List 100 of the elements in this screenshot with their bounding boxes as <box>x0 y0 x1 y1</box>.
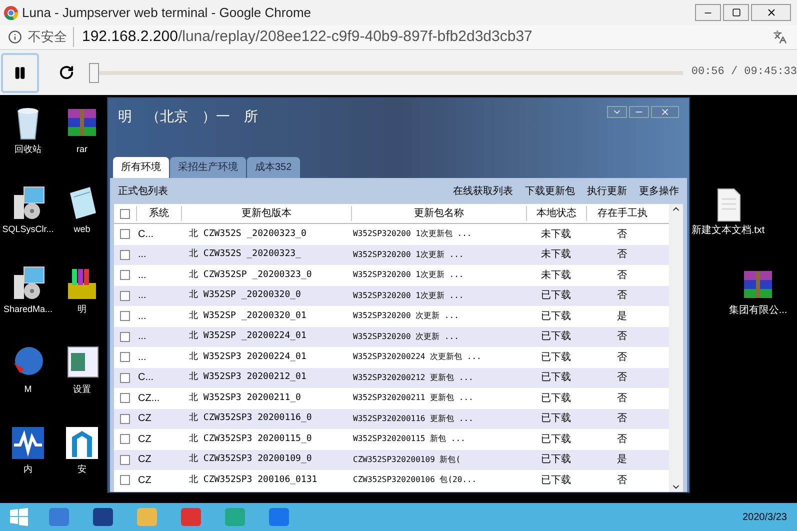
list-title: 正式包列表 <box>118 184 168 198</box>
table-row[interactable]: ... 北 W352SP _20200224_01 W352SP320200 次更新 ... 已下载 否 <box>114 326 669 347</box>
desktop-icon-label[interactable]: 集团有限公... <box>720 305 796 317</box>
table-cell-text: 是 <box>616 310 628 324</box>
row-checkbox[interactable] <box>120 475 130 486</box>
desktop-icon-label[interactable]: 设置 <box>73 383 91 395</box>
table-cell-text: 已下载 <box>540 350 572 365</box>
row-checkbox[interactable] <box>120 250 130 260</box>
column-header[interactable]: 更新包名称 <box>351 206 526 221</box>
table-cell-text: 已下载 <box>540 330 572 344</box>
row-checkbox[interactable] <box>120 352 130 362</box>
row-checkbox[interactable] <box>120 270 130 280</box>
row-checkbox[interactable] <box>120 393 130 404</box>
replay-icon <box>58 65 74 80</box>
table-cell-text: 北 W352SP3 20200212_01 <box>188 371 308 384</box>
table-cell-text: 否 <box>616 432 628 447</box>
header-checkbox[interactable] <box>120 208 130 218</box>
close-button[interactable] <box>751 4 791 21</box>
table-cell-text: 已下载 <box>540 370 572 386</box>
table-cell-text: 北 CZW352SP3 20200115_0 <box>188 432 313 446</box>
table-cell-text: C... <box>137 371 155 386</box>
pause-button[interactable] <box>1 52 39 92</box>
security-label[interactable]: 不安全 <box>28 27 74 47</box>
table-cell-text: 已下载 <box>540 412 572 426</box>
chrome-icon <box>4 6 18 20</box>
table-row[interactable]: ... 北 CZW352S _20200323_ W352SP320200 1次更新 ... 未下载 否 <box>114 244 669 265</box>
column-header[interactable]: 存在手工执 <box>586 206 658 221</box>
progress-thumb[interactable] <box>89 62 99 82</box>
desktop-icon-label[interactable]: 回收站 <box>14 143 42 155</box>
table-cell-text: W352SP320200212 更新包 ... <box>352 372 474 384</box>
translate-icon[interactable] <box>773 30 787 44</box>
row-checkbox[interactable] <box>120 372 130 383</box>
table-cell-text: W352SP320200 1次更新 ... <box>352 290 465 302</box>
start-icon[interactable] <box>10 508 28 526</box>
table-cell-text: 未下载 <box>540 268 572 283</box>
row-checkbox[interactable] <box>120 229 130 240</box>
table-cell-text: ... <box>137 289 148 304</box>
url-text[interactable]: 192.168.2.200/luna/replay/208ee122-c9f9-40b9-897f-bfb2d3d3cb37 <box>82 26 532 48</box>
table-cell-text: CZ <box>137 474 152 488</box>
table-cell-text: 否 <box>616 412 628 426</box>
maximize-icon <box>732 8 740 17</box>
table-row[interactable]: C... 北 W352SP3 20200212_01 W352SP320200212 更新包 ... 已下载 否 <box>114 368 669 388</box>
table-cell-text: 北 CZW352SP3 20200109_0 <box>188 453 313 466</box>
minimize-button[interactable] <box>629 106 649 118</box>
app-title: 明 <box>118 107 132 126</box>
table-cell-text: 未下载 <box>540 228 572 242</box>
table-cell-text: 否 <box>616 289 628 304</box>
table-cell-text: 已下载 <box>540 288 572 304</box>
row-checkbox[interactable] <box>120 434 130 444</box>
table-cell-text: 是 <box>616 453 628 468</box>
table-cell-text: ... <box>137 330 148 344</box>
table-cell-text: 北 W352SP _20200224_01 <box>188 330 308 343</box>
desktop-icon-label[interactable]: rar <box>76 143 88 155</box>
table-cell-text: 北 CZW352SP _20200323_0 <box>188 268 313 282</box>
column-header[interactable]: 本地状态 <box>526 206 586 221</box>
table-row[interactable]: CZ 北 CZW352SP3 20200116_0 W352SP320200116 更新包 ... 已下载 否 <box>114 408 669 429</box>
desktop-icon-label[interactable]: 明 <box>78 303 86 315</box>
row-checkbox[interactable] <box>120 290 130 301</box>
info-icon[interactable] <box>8 30 22 44</box>
row-checkbox[interactable] <box>120 311 130 322</box>
row-checkbox[interactable] <box>120 414 130 424</box>
pause-icon <box>13 66 27 80</box>
tab[interactable]: 所有环境 <box>113 157 169 178</box>
desktop-icon-label[interactable]: 安 <box>78 463 86 475</box>
table-cell-text: CZ <box>137 453 152 468</box>
close-icon <box>660 107 670 117</box>
toolbar-link[interactable]: 在线获取列表 <box>453 184 513 198</box>
tab[interactable]: 采招生产环境 <box>170 157 246 178</box>
toolbar-link[interactable]: 下载更新包 <box>525 184 575 198</box>
row-checkbox[interactable] <box>120 454 130 465</box>
table-cell-text: CZ <box>137 432 152 447</box>
desktop-icon-label[interactable]: 内 <box>24 463 32 475</box>
table-cell-text: ... <box>137 350 148 365</box>
column-header[interactable]: 更新包版本 <box>181 206 351 221</box>
table-cell-text: 否 <box>616 474 628 488</box>
column-header[interactable]: 系统 <box>136 206 181 221</box>
desktop-icon-label[interactable]: web <box>74 223 90 235</box>
row-checkbox[interactable] <box>120 332 130 342</box>
table-cell-text: 否 <box>616 228 628 242</box>
table-cell-text: W352SP320200 1次更新 ... <box>352 269 465 282</box>
table-cell-text: ... <box>137 248 148 262</box>
table-cell-text: 否 <box>616 268 628 283</box>
toolbar-link[interactable]: 执行更新 <box>587 184 627 198</box>
table-cell-text: 北 W352SP _20200320_0 <box>188 289 302 302</box>
dropdown-button[interactable] <box>607 106 627 118</box>
table-cell-text: 已下载 <box>540 474 572 488</box>
table-cell-text: W352SP320200 次更新 ... <box>352 310 460 322</box>
table-cell-text: CZW352SP320200106 包(20... <box>352 474 478 486</box>
desktop-icon-label[interactable]: M <box>24 383 32 395</box>
table-cell-text: C... <box>137 228 155 242</box>
desktop-icon-label[interactable]: SharedMa... <box>3 303 53 315</box>
desktop-icon-label[interactable]: SQLSysClr... <box>2 223 54 235</box>
desktop-icon-label[interactable]: 新建文本文档.txt <box>690 225 766 237</box>
toolbar-link[interactable]: 更多操作 <box>639 184 679 198</box>
scrollbar[interactable] <box>669 204 683 492</box>
table-row[interactable]: ... 北 W352SP _20200320_0 W352SP320200 1次更新 ... 已下载 否 <box>114 286 669 306</box>
table-row[interactable]: CZ 北 CZW352SP3 20200109_0 CZW352SP320200109 新包( 已下载 是 <box>114 450 669 470</box>
maximize-button[interactable] <box>723 4 749 21</box>
table-cell-text: 北 CZW352S _20200323_ <box>188 248 302 261</box>
tab[interactable]: 成本352 <box>247 157 300 178</box>
